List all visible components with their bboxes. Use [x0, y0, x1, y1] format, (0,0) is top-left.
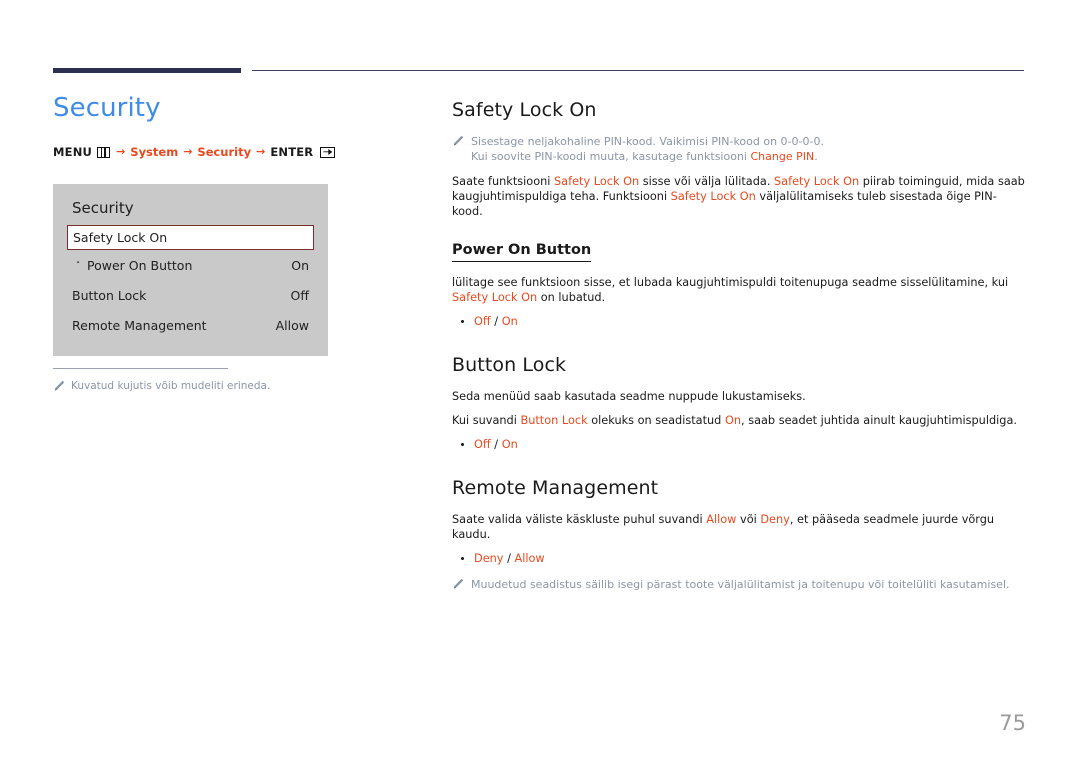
header-rule-thin — [252, 70, 1024, 71]
subsection-power-on-button: Power On Button lülitage see funktsioon … — [452, 239, 1027, 330]
p-t3: , saab seadet juhtida ainult kaugjuhtimi… — [741, 414, 1017, 427]
breadcrumb-arrow-2: → — [183, 145, 193, 158]
note-line-1: Sisestage neljakohaline PIN-kood. Vaikim… — [471, 135, 824, 148]
subsection-heading: Power On Button — [452, 241, 592, 262]
osd-menu-title: Security — [72, 199, 134, 217]
option-allow: Allow — [514, 552, 545, 565]
section-remote-management: Remote Management Saate valida väliste k… — [452, 476, 1027, 592]
p-t2: sisse või välja lülitada. — [639, 175, 774, 188]
p-r3: Safety Lock On — [670, 190, 756, 203]
pencil-icon — [452, 578, 464, 590]
breadcrumb-item-security: Security — [197, 145, 252, 159]
remote-management-options: Deny / Allow — [452, 551, 1027, 567]
p-r1: Safety Lock On — [452, 291, 538, 304]
osd-row-value: Off — [290, 287, 309, 303]
button-lock-paragraph-1: Seda menüüd saab kasutada seadme nuppude… — [452, 390, 806, 403]
menu-grid-icon — [97, 146, 111, 158]
p-r1: Safety Lock On — [554, 175, 640, 188]
osd-row-label: Safety Lock On — [73, 230, 168, 245]
remote-management-note-text: Muudetud seadistus säilib isegi pärast t… — [471, 578, 1010, 591]
p-t1: Saate valida väliste käskluste puhul suv… — [452, 513, 707, 526]
osd-menu-rows: Safety Lock On Power On Button On Button… — [53, 225, 328, 340]
safety-lock-note-text: Sisestage neljakohaline PIN-kood. Vaikim… — [471, 134, 824, 164]
p-r1: Button Lock — [520, 414, 588, 427]
list-item: Off / On — [452, 437, 1027, 453]
p-r2: Deny — [760, 513, 790, 526]
section-heading: Button Lock — [452, 354, 567, 376]
button-lock-options: Off / On — [452, 437, 1027, 453]
option-off: Off — [474, 315, 491, 328]
osd-row-value: Allow — [275, 317, 309, 333]
section-heading: Remote Management — [452, 477, 659, 499]
option-on: On — [501, 438, 518, 451]
osd-note-text: Kuvatud kujutis võib mudeliti erineda. — [71, 380, 271, 392]
pencil-icon — [53, 380, 65, 392]
option-on: On — [501, 315, 518, 328]
p-r2: Safety Lock On — [774, 175, 860, 188]
option-separator: / — [490, 438, 502, 451]
left-column: Security MENU → System → Security → ENTE… — [53, 92, 413, 160]
osd-row-value: On — [291, 257, 309, 273]
list-item: Off / On — [452, 314, 1027, 330]
note-line-2-pre: Kui soovite PIN-koodi muuta, kasutage fu… — [471, 150, 751, 163]
section-safety-lock-on: Safety Lock On Sisestage neljakohaline P… — [452, 98, 1027, 330]
option-separator: / — [503, 552, 515, 565]
right-column: Safety Lock On Sisestage neljakohaline P… — [452, 98, 1027, 615]
pencil-icon — [452, 135, 464, 147]
header-rule-thick — [53, 68, 241, 73]
note-line-2-post: . — [814, 150, 818, 163]
option-separator: / — [490, 315, 502, 328]
breadcrumb-menu-label: MENU — [53, 145, 93, 159]
safety-lock-note: Sisestage neljakohaline PIN-kood. Vaikim… — [452, 134, 1027, 164]
power-on-button-options: Off / On — [452, 314, 1027, 330]
note-change-pin-link: Change PIN — [750, 150, 815, 163]
section-heading: Safety Lock On — [452, 99, 597, 121]
remote-management-paragraph: Saate valida väliste käskluste puhul suv… — [452, 512, 1027, 542]
list-item: Deny / Allow — [452, 551, 1027, 567]
page-title: Security — [53, 93, 161, 123]
p-r2: On — [724, 414, 742, 427]
note-divider — [53, 368, 228, 369]
breadcrumb-arrow-3: → — [256, 145, 266, 158]
osd-row-label: Button Lock — [72, 287, 147, 303]
p-t1: Kui suvandi — [452, 414, 521, 427]
breadcrumb-enter-label: ENTER — [270, 145, 314, 159]
button-lock-paragraph-2: Kui suvandi Button Lock olekuks on seadi… — [452, 413, 1027, 428]
option-off: Off — [474, 438, 491, 451]
document-page: Security MENU → System → Security → ENTE… — [0, 0, 1080, 763]
power-on-button-paragraph: lülitage see funktsioon sisse, et lubada… — [452, 275, 1027, 305]
breadcrumb: MENU → System → Security → ENTER — [53, 144, 413, 160]
p-r1: Allow — [706, 513, 737, 526]
p-t1: Saate funktsiooni — [452, 175, 554, 188]
osd-row-button-lock[interactable]: Button Lock Off — [53, 280, 328, 310]
remote-management-note: Muudetud seadistus säilib isegi pärast t… — [452, 577, 1027, 592]
breadcrumb-arrow-1: → — [116, 145, 126, 158]
osd-row-power-on-button[interactable]: Power On Button On — [53, 250, 328, 280]
breadcrumb-item-system: System — [130, 145, 179, 159]
osd-row-safety-lock-on[interactable]: Safety Lock On — [67, 225, 314, 250]
osd-menu-screenshot: Security Safety Lock On Power On Button … — [53, 184, 328, 356]
osd-row-remote-management[interactable]: Remote Management Allow — [53, 310, 328, 340]
safety-lock-paragraph: Saate funktsiooni Safety Lock On sisse v… — [452, 174, 1027, 219]
page-number: 75 — [999, 711, 1026, 735]
osd-note: Kuvatud kujutis võib mudeliti erineda. — [53, 379, 293, 393]
p-t1: lülitage see funktsioon sisse, et lubada… — [452, 276, 1009, 289]
section-button-lock: Button Lock Seda menüüd saab kasutada se… — [452, 353, 1027, 453]
osd-row-label: Remote Management — [72, 317, 207, 333]
p-t2: või — [736, 513, 761, 526]
osd-row-label: Power On Button — [72, 256, 291, 273]
p-t2: olekuks on seadistatud — [587, 414, 725, 427]
option-deny: Deny — [474, 552, 504, 565]
osd-note-block: Kuvatud kujutis võib mudeliti erineda. — [53, 368, 293, 393]
enter-key-icon — [320, 146, 336, 158]
p-t2: on lubatud. — [537, 291, 606, 304]
